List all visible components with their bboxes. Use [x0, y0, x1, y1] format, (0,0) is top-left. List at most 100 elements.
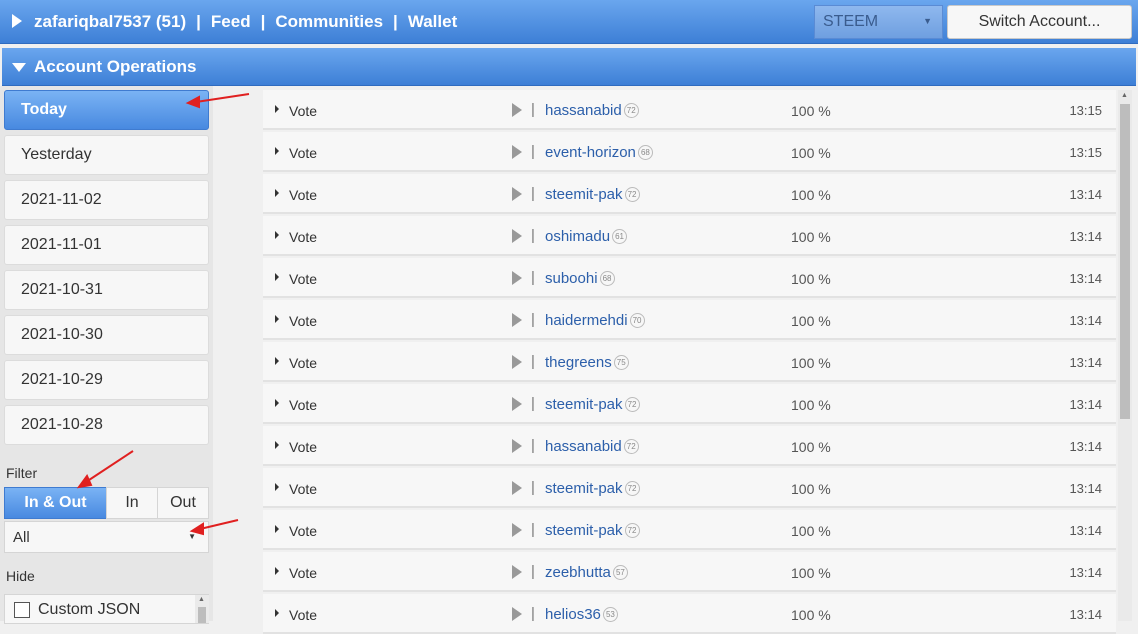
username[interactable]: helios36 [545, 606, 601, 623]
expand-row-icon[interactable] [275, 525, 279, 533]
expand-row-icon[interactable] [275, 399, 279, 407]
user-link[interactable]: steemit-pak 72 [545, 396, 640, 413]
operation-row[interactable]: Vote | thegreens 75 100 % 13:14 [263, 342, 1116, 382]
day-button[interactable]: 2021-10-30 [4, 315, 209, 355]
play-icon[interactable] [512, 607, 522, 621]
operation-row[interactable]: Vote | steemit-pak 72 100 % 13:14 [263, 384, 1116, 424]
expand-row-icon[interactable] [275, 483, 279, 491]
play-icon[interactable] [512, 103, 522, 117]
username[interactable]: hassanabid [545, 102, 622, 119]
username[interactable]: oshimadu [545, 228, 610, 245]
operation-type-select[interactable]: All ▼ [4, 521, 209, 553]
operation-row[interactable]: Vote | suboohi 68 100 % 13:14 [263, 258, 1116, 298]
play-icon[interactable] [512, 145, 522, 159]
user-link[interactable]: helios36 53 [545, 606, 618, 623]
expand-row-icon[interactable] [275, 609, 279, 617]
play-icon[interactable] [512, 439, 522, 453]
expand-row-icon[interactable] [275, 147, 279, 155]
expand-row-icon[interactable] [275, 567, 279, 575]
username[interactable]: steemit-pak [545, 522, 623, 539]
operation-row[interactable]: Vote | steemit-pak 72 100 % 13:14 [263, 468, 1116, 508]
username[interactable]: steemit-pak [545, 480, 623, 497]
timestamp: 13:14 [1069, 523, 1102, 538]
user-link[interactable]: haidermehdi 70 [545, 312, 645, 329]
expand-row-icon[interactable] [275, 189, 279, 197]
vote-percent: 100 % [791, 229, 831, 245]
user-link[interactable]: hassanabid 72 [545, 102, 639, 119]
scroll-thumb[interactable] [1120, 104, 1130, 419]
scroll-up-icon[interactable]: ▲ [198, 596, 205, 603]
play-icon[interactable] [512, 313, 522, 327]
operations-scrollbar[interactable]: ▲ [1118, 90, 1132, 621]
day-button[interactable]: 2021-10-28 [4, 405, 209, 445]
day-button[interactable]: 2021-10-31 [4, 270, 209, 310]
play-icon[interactable] [512, 481, 522, 495]
username[interactable]: steemit-pak [545, 396, 623, 413]
vote-percent: 100 % [791, 565, 831, 581]
user-link[interactable]: zeebhutta 57 [545, 564, 628, 581]
timestamp: 13:14 [1069, 397, 1102, 412]
day-today-button[interactable]: Today [4, 90, 209, 130]
filter-out-button[interactable]: Out [157, 487, 209, 519]
username[interactable]: haidermehdi [545, 312, 628, 329]
expand-row-icon[interactable] [275, 357, 279, 365]
username[interactable]: zeebhutta [545, 564, 611, 581]
user-link[interactable]: event-horizon 68 [545, 144, 653, 161]
filter-in-button[interactable]: In [106, 487, 158, 519]
expand-row-icon[interactable] [275, 441, 279, 449]
currency-select[interactable]: STEEM ▼ [814, 5, 943, 39]
hide-list-scrollbar[interactable]: ▲ [195, 595, 209, 623]
scroll-up-icon[interactable]: ▲ [1121, 92, 1128, 99]
play-icon[interactable] [512, 565, 522, 579]
caret-down-icon: ▼ [188, 532, 196, 541]
user-link[interactable]: hassanabid 72 [545, 438, 639, 455]
timestamp: 13:14 [1069, 313, 1102, 328]
operation-row[interactable]: Vote | steemit-pak 72 100 % 13:14 [263, 174, 1116, 214]
day-yesterday-button[interactable]: Yesterday [4, 135, 209, 175]
custom-json-checkbox[interactable] [14, 602, 30, 618]
user-link[interactable]: oshimadu 61 [545, 228, 628, 245]
switch-account-button[interactable]: Switch Account... [947, 5, 1132, 39]
username[interactable]: hassanabid [545, 438, 622, 455]
operation-row[interactable]: Vote | event-horizon 68 100 % 13:15 [263, 132, 1116, 172]
user-link[interactable]: steemit-pak 72 [545, 186, 640, 203]
vote-percent: 100 % [791, 103, 831, 119]
operation-row[interactable]: Vote | helios36 53 100 % 13:14 [263, 594, 1116, 634]
username[interactable]: event-horizon [545, 144, 636, 161]
expand-row-icon[interactable] [275, 273, 279, 281]
day-button[interactable]: 2021-11-02 [4, 180, 209, 220]
expand-row-icon[interactable] [275, 315, 279, 323]
operation-row[interactable]: Vote | steemit-pak 72 100 % 13:14 [263, 510, 1116, 550]
expand-row-icon[interactable] [275, 231, 279, 239]
day-button[interactable]: 2021-11-01 [4, 225, 209, 265]
expand-row-icon[interactable] [275, 105, 279, 113]
nav-communities[interactable]: Communities [275, 12, 383, 32]
user-link[interactable]: steemit-pak 72 [545, 522, 640, 539]
play-icon[interactable] [512, 355, 522, 369]
operation-row[interactable]: Vote | hassanabid 72 100 % 13:15 [263, 90, 1116, 130]
play-icon[interactable] [512, 229, 522, 243]
day-button[interactable]: 2021-10-29 [4, 360, 209, 400]
operation-row[interactable]: Vote | oshimadu 61 100 % 13:14 [263, 216, 1116, 256]
nav-wallet[interactable]: Wallet [408, 12, 457, 32]
nav-feed[interactable]: Feed [211, 12, 251, 32]
user-link[interactable]: steemit-pak 72 [545, 480, 640, 497]
expand-triangle-icon[interactable] [12, 14, 22, 28]
username[interactable]: thegreens [545, 354, 612, 371]
play-icon[interactable] [512, 523, 522, 537]
username[interactable]: steemit-pak [545, 186, 623, 203]
row-separator: | [531, 437, 535, 454]
operation-row[interactable]: Vote | zeebhutta 57 100 % 13:14 [263, 552, 1116, 592]
username[interactable]: suboohi [545, 270, 598, 287]
play-icon[interactable] [512, 187, 522, 201]
user-link[interactable]: suboohi 68 [545, 270, 615, 287]
play-icon[interactable] [512, 397, 522, 411]
timestamp: 13:14 [1069, 355, 1102, 370]
user-link[interactable]: thegreens 75 [545, 354, 629, 371]
play-icon[interactable] [512, 271, 522, 285]
account-operations-header[interactable]: Account Operations [2, 48, 1136, 86]
operation-row[interactable]: Vote | hassanabid 72 100 % 13:14 [263, 426, 1116, 466]
filter-in-out-button[interactable]: In & Out [4, 487, 107, 519]
account-link[interactable]: zafariqbal7537 (51) [34, 12, 186, 32]
operation-row[interactable]: Vote | haidermehdi 70 100 % 13:14 [263, 300, 1116, 340]
